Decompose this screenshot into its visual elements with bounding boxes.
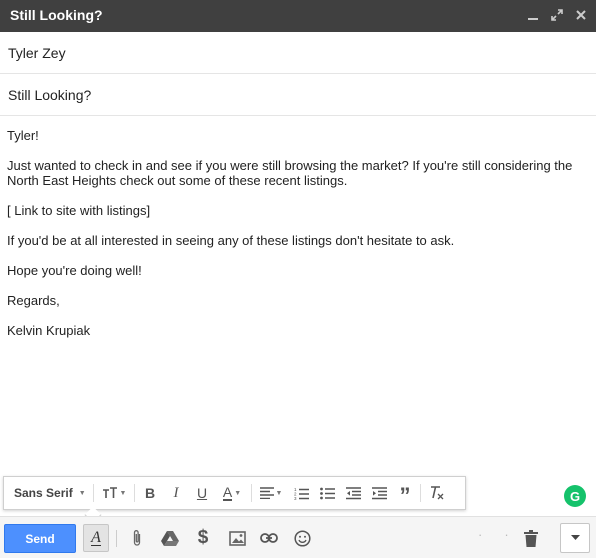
- discard-draft-button[interactable]: [518, 524, 544, 552]
- to-field[interactable]: Tyler Zey: [0, 32, 596, 74]
- photo-icon: [228, 530, 246, 546]
- bulleted-list-button[interactable]: [314, 477, 340, 509]
- pop-out-button[interactable]: [546, 4, 568, 26]
- italic-button[interactable]: I: [163, 477, 189, 509]
- bold-icon: B: [144, 485, 156, 501]
- text-color-icon: A: [222, 483, 233, 501]
- align-icon: [259, 487, 274, 499]
- close-button[interactable]: [570, 4, 592, 26]
- chevron-down-icon: ▼: [275, 489, 283, 497]
- quote-button[interactable]: ”: [392, 477, 418, 509]
- toolbar-divider: [251, 484, 252, 502]
- attach-icon: [133, 530, 141, 546]
- formatting-options-button[interactable]: A: [83, 524, 109, 552]
- money-icon: $: [197, 527, 209, 548]
- quote-icon: ”: [399, 483, 411, 508]
- recipient-chip: Tyler Zey: [8, 45, 66, 61]
- send-button[interactable]: Send: [4, 524, 76, 553]
- font-family-label: Sans Serif: [14, 486, 73, 500]
- body-line: Just wanted to check in and see if you w…: [7, 158, 573, 188]
- insert-link-button[interactable]: [256, 524, 282, 552]
- indent-more-button[interactable]: [366, 477, 392, 509]
- trash-icon: [524, 529, 538, 547]
- chevron-down-icon: ▼: [78, 489, 86, 497]
- indent-less-icon: [345, 486, 361, 499]
- chevron-down-icon: ▼: [119, 489, 127, 497]
- body-line: If you'd be at all interested in seeing …: [7, 233, 455, 248]
- compose-action-bar: Send A $ ··: [0, 516, 596, 558]
- more-options-button[interactable]: [560, 523, 590, 553]
- numbered-list-icon: 1 2 3: [294, 487, 309, 500]
- send-money-button[interactable]: $: [190, 524, 216, 552]
- link-icon: [260, 533, 278, 543]
- attach-files-button[interactable]: [124, 524, 150, 552]
- more-options-icon: [570, 535, 580, 540]
- subject-field[interactable]: Still Looking?: [0, 74, 596, 116]
- emoji-icon: [293, 529, 311, 547]
- bulleted-list-icon: [319, 487, 335, 499]
- insert-from-drive-button[interactable]: [157, 524, 183, 552]
- svg-text:3: 3: [294, 496, 297, 500]
- font-size-icon: [102, 487, 117, 498]
- subject-text: Still Looking?: [8, 87, 92, 103]
- expand-icon: [551, 9, 563, 21]
- drive-icon: [161, 531, 179, 546]
- remove-formatting-button[interactable]: [423, 477, 451, 509]
- italic-icon: I: [173, 484, 179, 501]
- body-line: [ Link to site with listings]: [7, 203, 151, 218]
- text-color-button[interactable]: A ▼: [215, 477, 249, 509]
- underline-icon: U: [196, 485, 208, 501]
- align-button[interactable]: ▼: [254, 477, 288, 509]
- close-icon: [576, 10, 586, 20]
- chevron-down-icon: ▼: [234, 489, 242, 497]
- compose-title-bar[interactable]: Still Looking?: [0, 0, 596, 32]
- formatting-toggle-icon: A: [91, 529, 101, 546]
- grammarly-icon[interactable]: G: [564, 485, 586, 507]
- remove-formatting-icon: [431, 486, 444, 500]
- body-line: Tyler!: [7, 128, 39, 143]
- toolbar-divider: [116, 530, 117, 547]
- body-line: Regards,: [7, 293, 60, 308]
- insert-photo-button[interactable]: [224, 524, 250, 552]
- message-body[interactable]: Tyler! Just wanted to check in and see i…: [7, 128, 587, 353]
- numbered-list-button[interactable]: 1 2 3: [288, 477, 314, 509]
- bold-button[interactable]: B: [137, 477, 163, 509]
- indent-more-icon: [371, 486, 387, 499]
- minimize-icon: [528, 18, 538, 20]
- underline-button[interactable]: U: [189, 477, 215, 509]
- minimize-button[interactable]: [522, 4, 544, 26]
- toolbar-divider: [134, 484, 135, 502]
- body-line: Hope you're doing well!: [7, 263, 142, 278]
- insert-emoji-button[interactable]: [289, 524, 315, 552]
- body-line: Kelvin Krupiak: [7, 323, 91, 338]
- toolbar-divider: [420, 484, 421, 502]
- window-title: Still Looking?: [10, 7, 103, 23]
- toolbar-divider: [93, 484, 94, 502]
- font-family-select[interactable]: Sans Serif ▼: [4, 477, 91, 509]
- formatting-toolbar: Sans Serif ▼ ▼ B I U A ▼ ▼ 1 2 3 ”: [3, 476, 466, 510]
- font-size-button[interactable]: ▼: [96, 477, 132, 509]
- indent-less-button[interactable]: [340, 477, 366, 509]
